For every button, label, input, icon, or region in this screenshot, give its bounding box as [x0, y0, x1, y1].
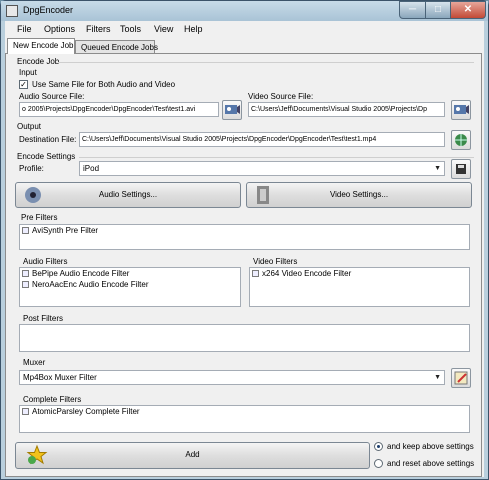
tab-new-encode-job[interactable]: New Encode Job	[7, 38, 75, 54]
keep-settings-label: and keep above settings	[387, 442, 474, 451]
profile-label: Profile:	[19, 164, 44, 173]
tab-strip: New Encode Job Queued Encode Jobs	[5, 38, 484, 54]
filter-icon	[22, 227, 29, 234]
globe-icon	[455, 134, 467, 146]
complete-filters-label: Complete Filters	[23, 395, 82, 404]
app-window: DpgEncoder ─ □ ✕ File Options Filters To…	[0, 0, 489, 480]
muxer-label: Muxer	[23, 358, 46, 367]
list-item[interactable]: AviSynth Pre Filter	[20, 225, 469, 236]
list-item[interactable]: NeroAacEnc Audio Encode Filter	[20, 279, 240, 290]
list-item-label: AtomicParsley Complete Filter	[32, 407, 140, 416]
save-profile-button[interactable]	[451, 159, 471, 179]
floppy-disk-icon	[456, 164, 466, 174]
add-button-label: Add	[185, 450, 200, 459]
edit-pencil-icon	[454, 371, 468, 385]
list-item-label: BePipe Audio Encode Filter	[32, 269, 130, 278]
video-filters-list[interactable]: x264 Video Encode Filter	[249, 267, 470, 307]
list-item[interactable]: x264 Video Encode Filter	[250, 268, 469, 279]
audio-filters-list[interactable]: BePipe Audio Encode Filter NeroAacEnc Au…	[19, 267, 241, 307]
video-browse-button[interactable]	[451, 100, 471, 120]
muxer-edit-button[interactable]	[451, 368, 471, 388]
complete-filters-list[interactable]: AtomicParsley Complete Filter	[19, 405, 470, 433]
pre-filters-label: Pre Filters	[21, 213, 58, 222]
filter-icon	[22, 281, 29, 288]
menu-help[interactable]: Help	[184, 24, 203, 34]
video-source-label: Video Source File:	[248, 92, 314, 101]
chevron-down-icon: ▼	[434, 165, 441, 172]
menu-tools[interactable]: Tools	[120, 24, 141, 34]
close-button[interactable]: ✕	[450, 1, 486, 19]
audio-source-field[interactable]: o 2005\Projects\DpgEncoder\DpgEncoder\Te…	[19, 102, 219, 117]
add-button[interactable]: Add	[15, 442, 370, 469]
maximize-button[interactable]: □	[425, 1, 451, 19]
profile-select-value: iPod	[83, 164, 100, 173]
reset-settings-radio[interactable]	[374, 459, 383, 468]
audio-settings-button[interactable]: Audio Settings...	[15, 182, 241, 208]
audio-settings-label: Audio Settings...	[98, 190, 158, 199]
app-icon	[6, 5, 18, 17]
tab-queued-encode-jobs[interactable]: Queued Encode Jobs	[75, 40, 158, 54]
film-reel-icon	[225, 105, 240, 114]
encode-settings-divider	[79, 157, 474, 158]
audio-filters-label: Audio Filters	[23, 257, 68, 266]
encode-job-divider	[58, 62, 474, 63]
star-add-icon	[26, 444, 48, 465]
list-item[interactable]: AtomicParsley Complete Filter	[20, 406, 469, 417]
film-strip-icon	[257, 186, 269, 204]
window-title: DpgEncoder	[23, 5, 74, 15]
menu-options[interactable]: Options	[44, 24, 75, 34]
list-item[interactable]: BePipe Audio Encode Filter	[20, 268, 240, 279]
menu-view[interactable]: View	[154, 24, 173, 34]
video-filters-label: Video Filters	[253, 257, 298, 266]
menu-file[interactable]: File	[17, 24, 32, 34]
filter-icon	[22, 408, 29, 415]
list-item-label: x264 Video Encode Filter	[262, 269, 352, 278]
pre-filters-list[interactable]: AviSynth Pre Filter	[19, 224, 470, 250]
encode-settings-group-label: Encode Settings	[17, 152, 76, 161]
filter-icon	[22, 270, 29, 277]
destination-browse-button[interactable]	[451, 130, 471, 150]
audio-source-label: Audio Source File:	[19, 92, 85, 101]
same-file-checkbox[interactable]: ✓	[19, 80, 28, 89]
muxer-select[interactable]: Mp4Box Muxer Filter ▼	[19, 370, 445, 385]
menu-filters[interactable]: Filters	[86, 24, 111, 34]
input-label: Input	[19, 68, 37, 77]
film-reel-icon	[454, 105, 469, 114]
audio-browse-button[interactable]	[222, 100, 242, 120]
encode-job-group-label: Encode Job	[17, 57, 60, 66]
video-source-field[interactable]: C:\Users\Jeff\Documents\Visual Studio 20…	[248, 102, 445, 117]
client-area: File Options Filters Tools View Help New…	[5, 21, 484, 477]
post-filters-label: Post Filters	[23, 314, 64, 323]
menu-bar: File Options Filters Tools View Help	[5, 21, 484, 37]
muxer-select-value: Mp4Box Muxer Filter	[23, 373, 97, 382]
speaker-icon	[25, 187, 41, 203]
chevron-down-icon: ▼	[434, 374, 441, 381]
video-settings-label: Video Settings...	[329, 190, 389, 199]
list-item-label: AviSynth Pre Filter	[32, 226, 99, 235]
new-encode-job-panel: Encode Job Input ✓ Use Same File for Bot…	[5, 53, 482, 477]
list-item-label: NeroAacEnc Audio Encode Filter	[32, 280, 149, 289]
keep-settings-radio[interactable]	[374, 442, 383, 451]
profile-select[interactable]: iPod ▼	[79, 161, 445, 176]
same-file-checkbox-label: Use Same File for Both Audio and Video	[32, 80, 176, 89]
post-filters-list[interactable]	[19, 324, 470, 352]
reset-settings-label: and reset above settings	[387, 459, 475, 468]
destination-field[interactable]: C:\Users\Jeff\Documents\Visual Studio 20…	[79, 132, 445, 147]
destination-label: Destination File:	[19, 135, 77, 144]
title-bar[interactable]: DpgEncoder ─ □ ✕	[1, 1, 488, 21]
minimize-button[interactable]: ─	[399, 1, 426, 19]
filter-icon	[252, 270, 259, 277]
output-label: Output	[17, 122, 42, 131]
video-settings-button[interactable]: Video Settings...	[246, 182, 472, 208]
